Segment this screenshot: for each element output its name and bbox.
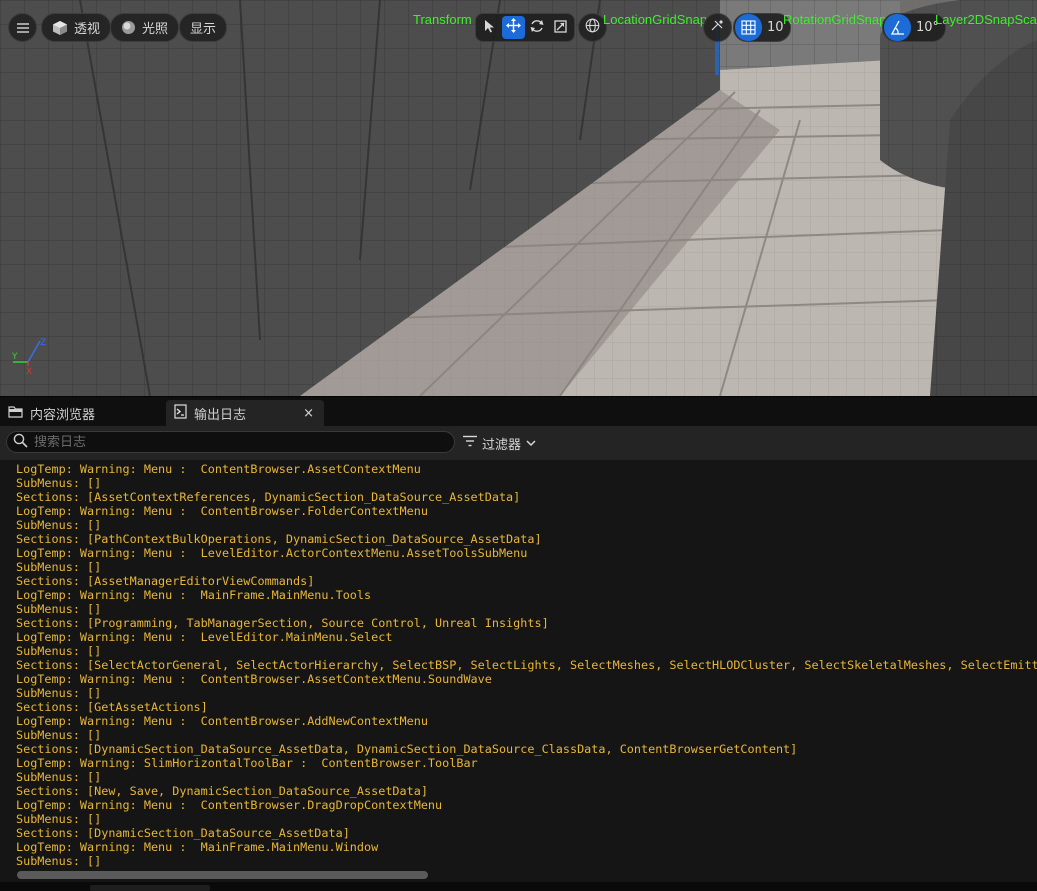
log-line: SubMenus: [] bbox=[16, 518, 102, 532]
hamburger-icon bbox=[16, 18, 29, 37]
search-input[interactable] bbox=[34, 434, 434, 450]
log-line: LogTemp: Warning: Menu : ContentBrowser.… bbox=[16, 504, 428, 518]
folder-icon bbox=[8, 405, 23, 422]
axis-z-label: Z bbox=[40, 338, 46, 348]
log-line: Sections: [PathContextBulkOperations, Dy… bbox=[16, 532, 542, 546]
log-line: Sections: [Programming, TabManagerSectio… bbox=[16, 616, 549, 630]
chevron-down-icon bbox=[526, 436, 536, 451]
horizontal-scrollbar[interactable] bbox=[0, 868, 1037, 882]
log-line: LogTemp: Warning: Menu : ContentBrowser.… bbox=[16, 672, 492, 686]
show-flags-label: 显示 bbox=[190, 22, 217, 37]
view-mode-button[interactable]: 透视 bbox=[41, 13, 112, 42]
lighting-mode-button[interactable]: 光照 bbox=[110, 13, 180, 42]
axis-y-label: Y bbox=[11, 352, 18, 362]
axis-x-label: X bbox=[26, 367, 32, 377]
scale-icon bbox=[554, 18, 567, 37]
log-line: SubMenus: [] bbox=[16, 812, 102, 826]
search-box[interactable] bbox=[6, 431, 455, 453]
log-line: LogTemp: Warning: Menu : MainFrame.MainM… bbox=[16, 588, 372, 602]
select-tool-button[interactable] bbox=[478, 16, 501, 39]
lighting-mode-label: 光照 bbox=[142, 22, 169, 37]
log-line: LogTemp: Warning: Menu : ContentBrowser.… bbox=[16, 462, 421, 476]
tab-output-log[interactable]: 输出日志 × bbox=[166, 400, 324, 427]
filter-icon bbox=[463, 435, 477, 451]
log-line: LogTemp: Warning: Menu : MainFrame.MainM… bbox=[16, 840, 379, 854]
globe-icon bbox=[585, 18, 600, 37]
scrollbar-thumb[interactable] bbox=[17, 871, 428, 879]
viewport-menu-button[interactable] bbox=[8, 13, 37, 42]
log-line: Sections: [New, Save, DynamicSection_Dat… bbox=[16, 784, 428, 798]
log-line: SubMenus: [] bbox=[16, 728, 102, 742]
log-line: SubMenus: [] bbox=[16, 854, 102, 868]
location-grid-snap-label: LocationGridSnap bbox=[603, 12, 708, 27]
move-arrows-icon bbox=[505, 18, 521, 37]
log-line: SubMenus: [] bbox=[16, 686, 102, 700]
cube-icon bbox=[52, 20, 68, 36]
tab-output-log-label: 输出日志 bbox=[194, 408, 247, 423]
rotate-icon bbox=[530, 18, 544, 37]
sphere-icon bbox=[121, 20, 136, 35]
console-command-bar bbox=[0, 882, 1037, 891]
log-toolbar: 过滤器 bbox=[0, 426, 1037, 460]
log-line: SubMenus: [] bbox=[16, 560, 102, 574]
log-line: LogTemp: Warning: SlimHorizontalToolBar … bbox=[16, 756, 478, 770]
log-line: Sections: [GetAssetActions] bbox=[16, 700, 208, 714]
filter-dropdown[interactable]: 过滤器 bbox=[463, 432, 536, 454]
translate-tool-button[interactable] bbox=[501, 16, 525, 39]
log-line: Sections: [SelectActorGeneral, SelectAct… bbox=[16, 658, 1037, 672]
location-grid-snap-toggle[interactable]: 10 bbox=[733, 13, 791, 42]
log-line: LogTemp: Warning: Menu : LevelEditor.Act… bbox=[16, 546, 528, 560]
log-lines: LogTemp: Warning: Menu : ContentBrowser.… bbox=[16, 462, 1037, 868]
log-line: LogTemp: Warning: Menu : ContentBrowser.… bbox=[16, 798, 443, 812]
rotate-tool-button[interactable] bbox=[526, 16, 549, 39]
tab-content-browser-label: 内容浏览器 bbox=[30, 408, 96, 423]
cursor-icon bbox=[484, 18, 495, 37]
output-log-area[interactable]: LogTemp: Warning: Menu : ContentBrowser.… bbox=[0, 460, 1037, 868]
panel-tab-bar: 内容浏览器 输出日志 × bbox=[0, 396, 1037, 427]
axis-gizmo: Z Y X bbox=[11, 338, 46, 377]
level-viewport[interactable]: 透视 光照 显示 Transform LocationGridSnap 10 R… bbox=[0, 0, 1037, 396]
log-line: SubMenus: [] bbox=[16, 644, 102, 658]
scale-tool-button[interactable] bbox=[549, 16, 572, 39]
transform-tools bbox=[475, 13, 575, 42]
rotation-grid-snap-label: RotationGridSnap bbox=[783, 12, 887, 27]
log-line: Sections: [AssetContextReferences, Dynam… bbox=[16, 490, 521, 504]
grid-snap-icon bbox=[735, 14, 762, 41]
filter-label: 过滤器 bbox=[482, 437, 522, 453]
log-line: LogTemp: Warning: Menu : ContentBrowser.… bbox=[16, 714, 428, 728]
log-icon bbox=[174, 404, 187, 423]
console-input[interactable] bbox=[90, 885, 210, 891]
surface-snap-button[interactable] bbox=[703, 13, 732, 42]
viewport-scene bbox=[0, 0, 1037, 396]
log-line: LogTemp: Warning: Menu : LevelEditor.Mai… bbox=[16, 630, 393, 644]
angle-snap-icon bbox=[884, 14, 911, 41]
log-line: Sections: [DynamicSection_DataSource_Ass… bbox=[16, 742, 798, 756]
tab-content-browser[interactable]: 内容浏览器 bbox=[0, 400, 160, 427]
search-icon bbox=[13, 433, 28, 452]
log-line: SubMenus: [] bbox=[16, 476, 102, 490]
show-flags-button[interactable]: 显示 bbox=[179, 13, 228, 42]
surface-snap-icon bbox=[710, 18, 725, 37]
log-line: SubMenus: [] bbox=[16, 602, 102, 616]
log-line: SubMenus: [] bbox=[16, 770, 102, 784]
transform-label: Transform bbox=[413, 12, 472, 27]
view-mode-label: 透视 bbox=[74, 22, 101, 37]
log-line: Sections: [AssetManagerEditorViewCommand… bbox=[16, 574, 315, 588]
layer2d-snap-label: Layer2DSnapScale bbox=[935, 12, 1037, 27]
log-line: Sections: [DynamicSection_DataSource_Ass… bbox=[16, 826, 350, 840]
close-tab-button[interactable]: × bbox=[303, 406, 314, 421]
